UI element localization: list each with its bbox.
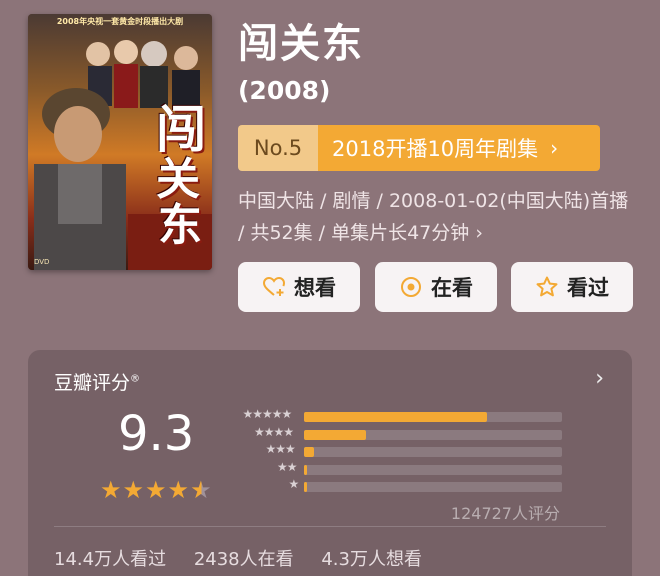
poster-glyph-3: 东 bbox=[158, 200, 202, 251]
watching-count: 2438人在看 bbox=[193, 549, 294, 570]
want-to-watch-button[interactable]: 想看 bbox=[238, 262, 360, 312]
ranking-badge[interactable]: No.5 2018开播10周年剧集 › bbox=[238, 125, 600, 171]
rating-distribution-row: ★★ bbox=[228, 459, 562, 477]
rating-count: 124727人评分 bbox=[450, 504, 560, 523]
chevron-right-icon[interactable]: › bbox=[595, 366, 604, 391]
movie-meta-info[interactable]: 中国大陆 / 剧情 / 2008-01-02(中国大陆)首播 / 共52集 / … bbox=[238, 185, 638, 249]
distribution-bar-fill bbox=[304, 447, 315, 457]
rating-card[interactable]: 豆瓣评分® › 9.3 ★★★★★ ★★★★★ ★★★★ ★★★ ★★ ★ 124727… bbox=[28, 350, 632, 576]
watched-label: 看过 bbox=[567, 276, 609, 300]
watching-label: 在看 bbox=[431, 276, 473, 300]
rating-distribution-row: ★★★★ bbox=[228, 424, 562, 442]
rank-label-wrap: 2018开播10周年剧集 › bbox=[318, 125, 600, 171]
poster-glyph-2: 关 bbox=[156, 154, 200, 205]
svg-text:DVD: DVD bbox=[34, 258, 49, 266]
star-icon: ★ bbox=[167, 476, 191, 504]
distribution-bar-track bbox=[304, 412, 562, 422]
star-icon: ★ bbox=[100, 476, 123, 504]
distribution-bar-track bbox=[304, 482, 562, 492]
distribution-stars: ★★★★★ bbox=[242, 407, 293, 421]
registered-mark: ® bbox=[130, 373, 141, 385]
distribution-stars: ★★ bbox=[277, 459, 297, 474]
watched-count: 14.4万人看过 bbox=[54, 549, 167, 570]
star-outline-icon bbox=[536, 276, 558, 297]
distribution-bar-track bbox=[304, 464, 562, 475]
rating-distribution-row: ★★★ bbox=[228, 442, 562, 459]
distribution-stars: ★★★ bbox=[265, 442, 296, 456]
rating-stars: ★★★★★ bbox=[100, 476, 213, 504]
chevron-right-icon: › bbox=[550, 136, 559, 160]
rating-score: 9.3 bbox=[118, 406, 195, 462]
distribution-bar-fill bbox=[304, 429, 366, 440]
poster-caption: 2008年央视一套黄金时段播出大剧 bbox=[56, 17, 184, 26]
rating-distribution-row: ★★★★★ bbox=[228, 407, 562, 424]
poster-image[interactable]: DVD 2008年央视一套黄金时段播出大剧 闯 关 东 bbox=[28, 14, 212, 270]
distribution-bar-fill bbox=[304, 464, 307, 475]
want-count: 4.3万人想看 bbox=[321, 549, 422, 570]
rating-distribution-row: ★ bbox=[228, 477, 562, 494]
movie-detail-page: DVD 2008年央视一套黄金时段播出大剧 闯 关 东 闯关东 (2008) N… bbox=[0, 0, 660, 576]
half-star-icon: ★ bbox=[190, 476, 213, 504]
watching-button[interactable]: 在看 bbox=[375, 262, 497, 312]
watched-button[interactable]: 看过 bbox=[511, 262, 633, 312]
want-label: 想看 bbox=[294, 276, 336, 300]
distribution-bar-fill bbox=[304, 482, 307, 492]
rank-label: 2018开播10周年剧集 bbox=[332, 137, 539, 161]
audience-stats: 14.4万人看过 2438人在看 4.3万人想看 bbox=[54, 545, 444, 571]
divider bbox=[54, 526, 606, 527]
release-year: (2008) bbox=[238, 76, 331, 105]
distribution-stars: ★ bbox=[288, 477, 300, 491]
heart-plus-icon bbox=[262, 276, 286, 296]
star-icon: ★ bbox=[145, 476, 168, 504]
distribution-bar-fill bbox=[304, 412, 488, 422]
page-title: 闯关东 bbox=[238, 21, 364, 67]
star-icon: ★ bbox=[122, 476, 146, 504]
rating-title-text: 豆瓣评分 bbox=[54, 372, 131, 394]
distribution-bar-track bbox=[304, 447, 562, 457]
distribution-stars: ★★★★ bbox=[254, 424, 294, 439]
target-circle-icon bbox=[401, 277, 421, 297]
rating-title: 豆瓣评分® bbox=[54, 368, 140, 395]
rank-number: No.5 bbox=[238, 125, 318, 171]
poster-glyph-1: 闯 bbox=[156, 100, 206, 159]
distribution-bar-track bbox=[304, 429, 562, 440]
